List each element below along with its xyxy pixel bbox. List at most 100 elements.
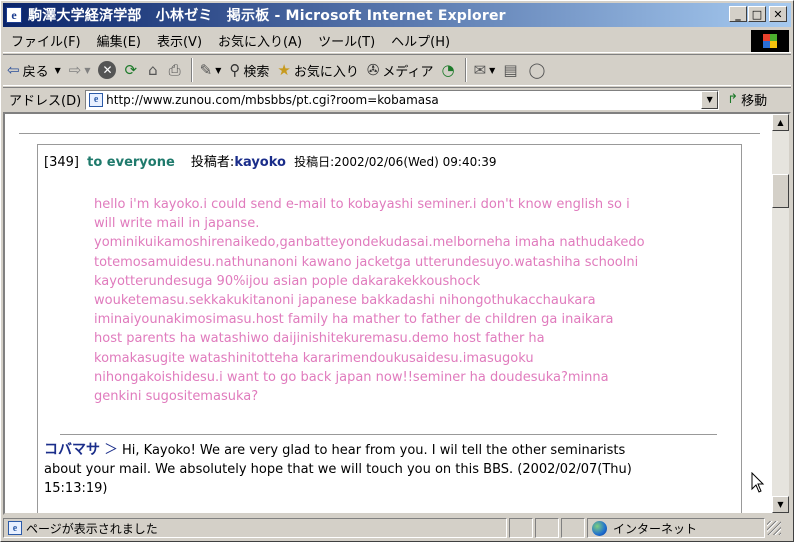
standard-toolbar: ⇦ 戻る ▼ ⇨ ▼ ✕ ⟳ ⌂ ⎙ ✎ ▼ ⚲ 検索 ★ お気に入り ✇ メデ… xyxy=(3,54,791,86)
post-body-line: kayotterundesuga 90%ijou asian pople dak… xyxy=(94,273,481,289)
status-bar: e ページが表示されました インターネット xyxy=(3,517,791,539)
toolbar-separator xyxy=(464,58,467,82)
media-label: メディア xyxy=(382,64,434,80)
back-label: 戻る xyxy=(22,64,49,80)
refresh-button[interactable]: ⟳ xyxy=(120,57,144,83)
post-body-line: hello i'm kayoko.i could send e-mail to … xyxy=(94,197,630,212)
post-body-line: wouketemasu.sekkakukitanoni japanese bak… xyxy=(94,293,596,309)
reply-arrow: ＞ xyxy=(104,442,118,458)
vertical-scrollbar[interactable]: ▲ ▼ xyxy=(772,114,789,513)
window-title: 駒澤大学経済学部 小林ゼミ 掲示板 - Microsoft Internet E… xyxy=(28,8,506,24)
favorites-button[interactable]: ★ お気に入り xyxy=(273,57,362,83)
back-dropdown-icon[interactable]: ▼ xyxy=(55,66,61,75)
post-header: [349] to everyone 投稿者:kayoko 投稿日:2002/02… xyxy=(44,151,497,170)
address-input[interactable]: e http://www.zunou.com/mbsbbs/pt.cgi?roo… xyxy=(85,89,720,110)
menu-view[interactable]: 表示(V) xyxy=(149,31,210,50)
windows-flag-icon xyxy=(751,30,789,52)
reply-text-line: about your mail. We absolutely hope that… xyxy=(44,462,632,477)
post-body-line: totemosamuidesu.nathunanoni kawano jacke… xyxy=(94,254,639,270)
top-divider xyxy=(19,133,760,134)
search-label: 検索 xyxy=(243,64,270,80)
post-body-line: genkini sugositemasuka? xyxy=(94,389,259,405)
document-icon: ▤ xyxy=(503,61,518,79)
media-icon: ✇ xyxy=(366,61,380,79)
browser-window: e 駒澤大学経済学部 小林ゼミ 掲示板 - Microsoft Internet… xyxy=(0,0,794,542)
page-done-icon: e xyxy=(8,521,22,535)
edit-button[interactable]: ✎ ▼ xyxy=(196,57,226,83)
print-preview-button[interactable]: ▤ xyxy=(499,57,524,83)
internet-globe-icon xyxy=(592,520,607,536)
close-button[interactable]: ✕ xyxy=(769,6,787,22)
maximize-button[interactable]: □ xyxy=(748,6,766,22)
go-button[interactable]: ↱ 移動 xyxy=(727,90,767,109)
forward-dropdown-icon[interactable]: ▼ xyxy=(84,66,90,75)
edit-dropdown-icon[interactable]: ▼ xyxy=(215,66,221,75)
media-button[interactable]: ✇ メディア xyxy=(363,57,438,83)
post-body: hello i'm kayoko.i could send e-mail to … xyxy=(94,195,714,406)
stop-icon: ✕ xyxy=(98,61,117,79)
mouse-cursor-icon xyxy=(751,472,765,493)
status-message-panel: e ページが表示されました xyxy=(3,518,507,538)
forward-arrow-icon: ⇨ xyxy=(68,61,82,79)
discuss-icon: ◯ xyxy=(528,61,546,79)
post-body-line: iminaiyounakimosimasu.host family ha mat… xyxy=(94,312,614,328)
post-subject: to everyone xyxy=(87,155,175,170)
post-body-line: yominikuikamoshirenaikedo,ganbatteyondek… xyxy=(94,235,645,251)
zone-text: インターネット xyxy=(613,521,698,536)
bbs-page: [349] to everyone 投稿者:kayoko 投稿日:2002/02… xyxy=(5,114,770,513)
print-button[interactable]: ⎙ xyxy=(165,57,188,83)
post-author: kayoko xyxy=(234,155,286,170)
post-body-line: host parents ha watashiwo daijinishiteku… xyxy=(94,331,545,347)
refresh-icon: ⟳ xyxy=(124,61,138,79)
menu-tools[interactable]: ツール(T) xyxy=(310,31,383,50)
favorites-star-icon: ★ xyxy=(277,61,291,79)
menu-bar: ファイル(F) 編集(E) 表示(V) お気に入り(A) ツール(T) ヘルプ(… xyxy=(3,29,791,53)
menu-help[interactable]: ヘルプ(H) xyxy=(383,31,458,50)
scroll-thumb[interactable] xyxy=(772,174,789,208)
security-zone-panel: インターネット xyxy=(587,518,765,538)
stop-button[interactable]: ✕ xyxy=(94,57,120,83)
history-button[interactable]: ◔ xyxy=(438,57,462,83)
mail-icon: ✉ xyxy=(473,61,487,79)
discuss-button[interactable]: ◯ xyxy=(525,57,553,83)
back-arrow-icon: ⇦ xyxy=(7,61,20,79)
status-panel xyxy=(561,518,585,538)
title-bar[interactable]: e 駒澤大学経済学部 小林ゼミ 掲示板 - Microsoft Internet… xyxy=(3,3,791,27)
post-body-line: nihongakoishidesu.i want to go back japa… xyxy=(94,369,609,385)
forward-button[interactable]: ⇨ ▼ xyxy=(65,57,95,83)
home-icon: ⌂ xyxy=(148,61,158,79)
menu-edit[interactable]: 編集(E) xyxy=(89,31,149,50)
post-body-line: will write mail in japanse. xyxy=(94,216,260,232)
ie-logo-icon: e xyxy=(6,7,22,23)
address-url: http://www.zunou.com/mbsbbs/pt.cgi?room=… xyxy=(106,92,439,107)
search-button[interactable]: ⚲ 検索 xyxy=(225,57,273,83)
search-icon: ⚲ xyxy=(229,61,241,79)
status-panel xyxy=(509,518,533,538)
back-button[interactable]: ⇦ 戻る ▼ xyxy=(3,57,65,83)
content-viewport[interactable]: [349] to everyone 投稿者:kayoko 投稿日:2002/02… xyxy=(3,112,791,515)
reply-divider xyxy=(60,434,717,435)
home-button[interactable]: ⌂ xyxy=(144,57,165,83)
status-text: ページが表示されました xyxy=(26,521,158,536)
menu-favorites[interactable]: お気に入り(A) xyxy=(210,31,310,50)
resize-grip-icon[interactable] xyxy=(767,521,781,535)
bbs-post: [349] to everyone 投稿者:kayoko 投稿日:2002/02… xyxy=(37,144,742,513)
go-label: 移動 xyxy=(741,94,768,109)
toolbar-separator xyxy=(190,58,193,82)
mail-button[interactable]: ✉ ▼ xyxy=(470,57,500,83)
scroll-down-button[interactable]: ▼ xyxy=(772,496,789,513)
status-panel xyxy=(535,518,559,538)
page-icon: e xyxy=(89,92,104,107)
address-label: アドレス(D) xyxy=(9,94,82,109)
mail-dropdown-icon[interactable]: ▼ xyxy=(489,66,495,75)
post-date: 投稿日:2002/02/06(Wed) 09:40:39 xyxy=(294,155,497,169)
menu-file[interactable]: ファイル(F) xyxy=(3,31,89,50)
post-body-line: komakasugite watashinitotteha kararimend… xyxy=(94,350,534,366)
minimize-button[interactable]: _ xyxy=(729,6,747,22)
address-dropdown-icon[interactable]: ▼ xyxy=(701,90,719,109)
go-arrow-icon: ↱ xyxy=(727,92,739,107)
post-number: [349] xyxy=(44,155,79,170)
scroll-up-button[interactable]: ▲ xyxy=(772,114,789,131)
edit-icon: ✎ xyxy=(199,61,213,79)
reply-text-line: 15:13:19) xyxy=(44,481,108,496)
